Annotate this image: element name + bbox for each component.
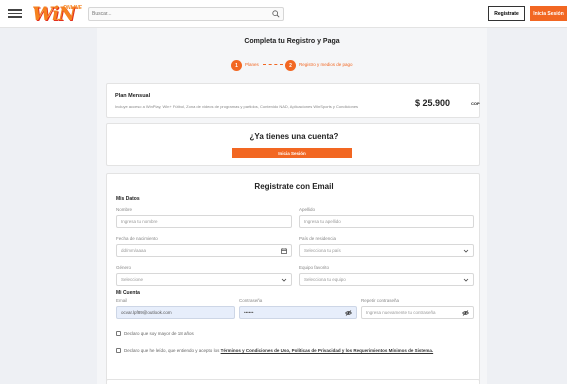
- equipo-label: Equipo favorito: [299, 265, 330, 270]
- step-1-label: Planes: [245, 62, 259, 67]
- terms-link[interactable]: Términos y Condiciones de Uso, Políticas…: [221, 348, 434, 353]
- mi-cuenta-heading: Mi Cuenta: [116, 290, 140, 296]
- terms-checkbox-label: Declaro que he leído, que entiendo y ace…: [124, 348, 220, 353]
- apellido-label: Apellido: [299, 207, 316, 212]
- login-button[interactable]: Inicia Sesión: [232, 148, 352, 158]
- plan-card: Plan Mensual Incluye acceso a WinPlay, W…: [106, 83, 480, 118]
- mis-datos-heading: Mis Datos: [116, 196, 140, 202]
- existing-account-card: ¿Ya tienes una cuenta? Inicia Sesión: [106, 123, 480, 166]
- repeat-password-label: Repetir contraseña: [361, 298, 400, 303]
- age-checkbox[interactable]: [116, 331, 121, 336]
- genero-label: Género: [116, 265, 132, 270]
- step-2-circle: 2: [285, 60, 296, 71]
- genero-placeholder: Seleccione: [121, 277, 144, 282]
- password-field[interactable]: ••••••: [239, 306, 357, 319]
- password-label: Contraseña: [239, 298, 263, 303]
- plan-description: Incluye acceso a WinPlay, Win+ Fútbol, Z…: [115, 104, 359, 109]
- nombre-input[interactable]: Ingresa tu nombre: [116, 215, 292, 228]
- top-header: WiN ONLINE Registrate Inicia Sesión: [0, 0, 567, 28]
- password-value: ••••••: [244, 310, 254, 315]
- email-field[interactable]: ocvar.lpf89@outlook.com: [116, 306, 235, 319]
- search-icon[interactable]: [272, 10, 280, 18]
- plan-price: $ 25.900: [415, 98, 451, 108]
- fecha-label: Fecha de nacimiento: [116, 236, 158, 241]
- registration-form: Registrate con Email Mis Datos Nombre In…: [106, 173, 480, 384]
- nombre-label: Nombre: [116, 207, 133, 212]
- search-input[interactable]: [92, 8, 262, 20]
- hamburger-menu-icon[interactable]: [8, 9, 22, 18]
- account-question: ¿Ya tienes una cuenta?: [249, 132, 339, 141]
- chevron-down-icon: [281, 278, 287, 282]
- step-2-label: Registro y medios de pago: [299, 62, 353, 67]
- plan-name: Plan Mensual: [115, 93, 151, 99]
- eye-slash-icon[interactable]: [345, 310, 352, 316]
- age-checkbox-label: Declaro que soy mayor de 18 años: [124, 331, 194, 336]
- pais-select[interactable]: Selecciona tu país: [299, 244, 474, 257]
- eye-slash-icon[interactable]: [462, 310, 469, 316]
- terms-checkbox[interactable]: [116, 348, 121, 353]
- logo-sub-text: ONLINE: [63, 4, 82, 11]
- terms-checkbox-row[interactable]: Declaro que he leído, que entiendo y ace…: [116, 348, 433, 353]
- steps-indicator: 1 Planes 2 Registro y medios de pago: [97, 59, 487, 73]
- equipo-placeholder: Selecciona tu equipo: [304, 277, 346, 282]
- fecha-placeholder: dd/mm/aaaa: [121, 248, 147, 253]
- chevron-down-icon: [463, 249, 469, 253]
- pais-placeholder: Selecciona tu país: [304, 248, 341, 253]
- chevron-down-icon: [463, 278, 469, 282]
- pais-label: País de residencia: [299, 236, 337, 241]
- fecha-input[interactable]: dd/mm/aaaa: [116, 244, 292, 257]
- step-1-circle: 1: [231, 60, 242, 71]
- genero-select[interactable]: Seleccione: [116, 273, 292, 286]
- equipo-select[interactable]: Selecciona tu equipo: [299, 273, 474, 286]
- apellido-input[interactable]: Ingresa tu apellido: [299, 215, 474, 228]
- email-label: Email: [116, 298, 128, 303]
- step-connector: [263, 64, 283, 65]
- page-title: Completa tu Registro y Paga: [244, 38, 340, 45]
- main-content: Completa tu Registro y Paga 1 Planes 2 R…: [97, 28, 487, 384]
- repeat-password-placeholder: Ingresa nuevamente tu contraseña: [366, 310, 436, 315]
- next-section-card: [106, 379, 480, 384]
- win-logo[interactable]: WiN ONLINE: [32, 3, 92, 25]
- age-checkbox-row[interactable]: Declaro que soy mayor de 18 años: [116, 331, 194, 336]
- repeat-password-field[interactable]: Ingresa nuevamente tu contraseña: [361, 306, 474, 319]
- login-header-button[interactable]: Inicia Sesión: [530, 6, 567, 21]
- register-button[interactable]: Registrate: [488, 6, 525, 21]
- calendar-icon[interactable]: [281, 248, 287, 254]
- form-title: Registrate con Email: [254, 182, 334, 191]
- plan-currency: COP: [471, 101, 480, 106]
- search-box: [88, 7, 284, 21]
